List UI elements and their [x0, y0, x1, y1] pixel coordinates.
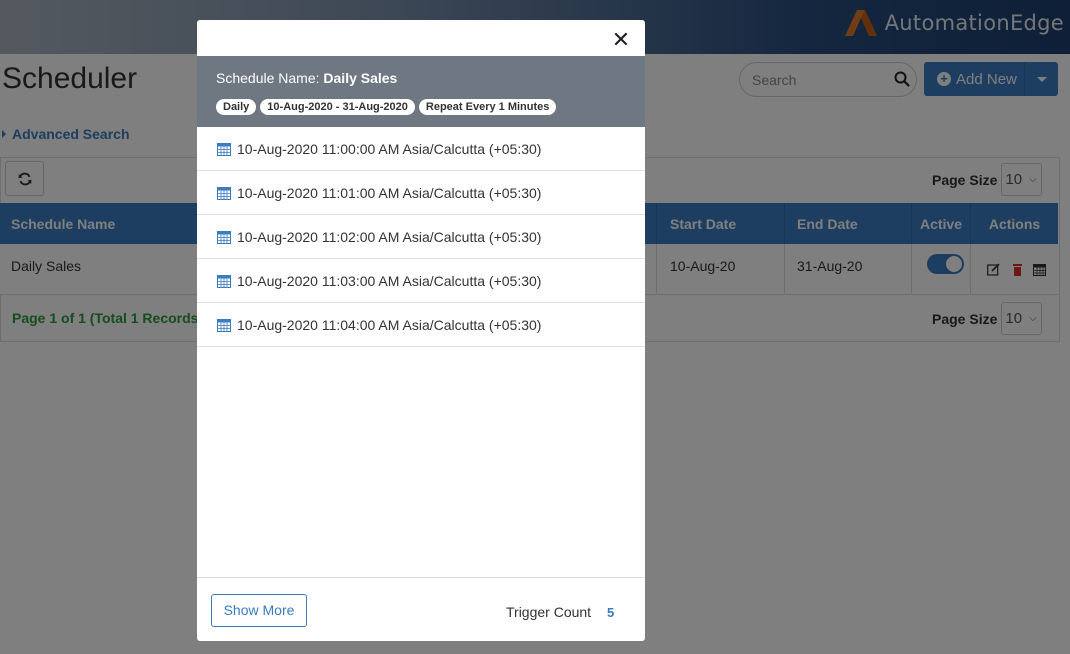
modal-footer: Show More Trigger Count 5	[197, 577, 645, 641]
trigger-count-value: 5	[607, 605, 615, 620]
calendar-icon	[217, 274, 231, 288]
calendar-icon	[217, 318, 231, 332]
trigger-preview-modal: ✕ Schedule Name: Daily Sales Daily 10-Au…	[197, 20, 645, 641]
list-item: 10-Aug-2020 11:03:00 AM Asia/Calcutta (+…	[197, 259, 645, 303]
list-item: 10-Aug-2020 11:02:00 AM Asia/Calcutta (+…	[197, 215, 645, 259]
trigger-time: 10-Aug-2020 11:04:00 AM Asia/Calcutta (+…	[237, 316, 542, 333]
trigger-count-label: Trigger Count	[506, 604, 592, 620]
list-item: 10-Aug-2020 11:04:00 AM Asia/Calcutta (+…	[197, 303, 645, 347]
date-range-badge: 10-Aug-2020 - 31-Aug-2020	[260, 99, 415, 115]
trigger-time: 10-Aug-2020 11:01:00 AM Asia/Calcutta (+…	[237, 184, 542, 201]
schedule-tags: Daily 10-Aug-2020 - 31-Aug-2020 Repeat E…	[216, 99, 560, 115]
trigger-time: 10-Aug-2020 11:02:00 AM Asia/Calcutta (+…	[237, 228, 542, 245]
calendar-icon	[217, 186, 231, 200]
calendar-icon	[217, 230, 231, 244]
frequency-badge: Daily	[216, 99, 257, 115]
trigger-list: 10-Aug-2020 11:00:00 AM Asia/Calcutta (+…	[197, 127, 645, 347]
calendar-icon	[217, 142, 231, 156]
show-more-button[interactable]: Show More	[211, 594, 307, 627]
list-item: 10-Aug-2020 11:01:00 AM Asia/Calcutta (+…	[197, 171, 645, 215]
schedule-name-value: Daily Sales	[323, 70, 398, 86]
modal-header: Schedule Name: Daily Sales Daily 10-Aug-…	[197, 56, 645, 127]
schedule-name-heading: Schedule Name: Daily Sales	[216, 70, 397, 86]
trigger-time: 10-Aug-2020 11:03:00 AM Asia/Calcutta (+…	[237, 272, 542, 289]
repeat-badge: Repeat Every 1 Minutes	[418, 99, 557, 115]
close-icon[interactable]: ✕	[611, 29, 631, 51]
schedule-name-label: Schedule Name:	[216, 70, 320, 86]
trigger-time: 10-Aug-2020 11:00:00 AM Asia/Calcutta (+…	[237, 140, 542, 157]
list-item: 10-Aug-2020 11:00:00 AM Asia/Calcutta (+…	[197, 127, 645, 171]
